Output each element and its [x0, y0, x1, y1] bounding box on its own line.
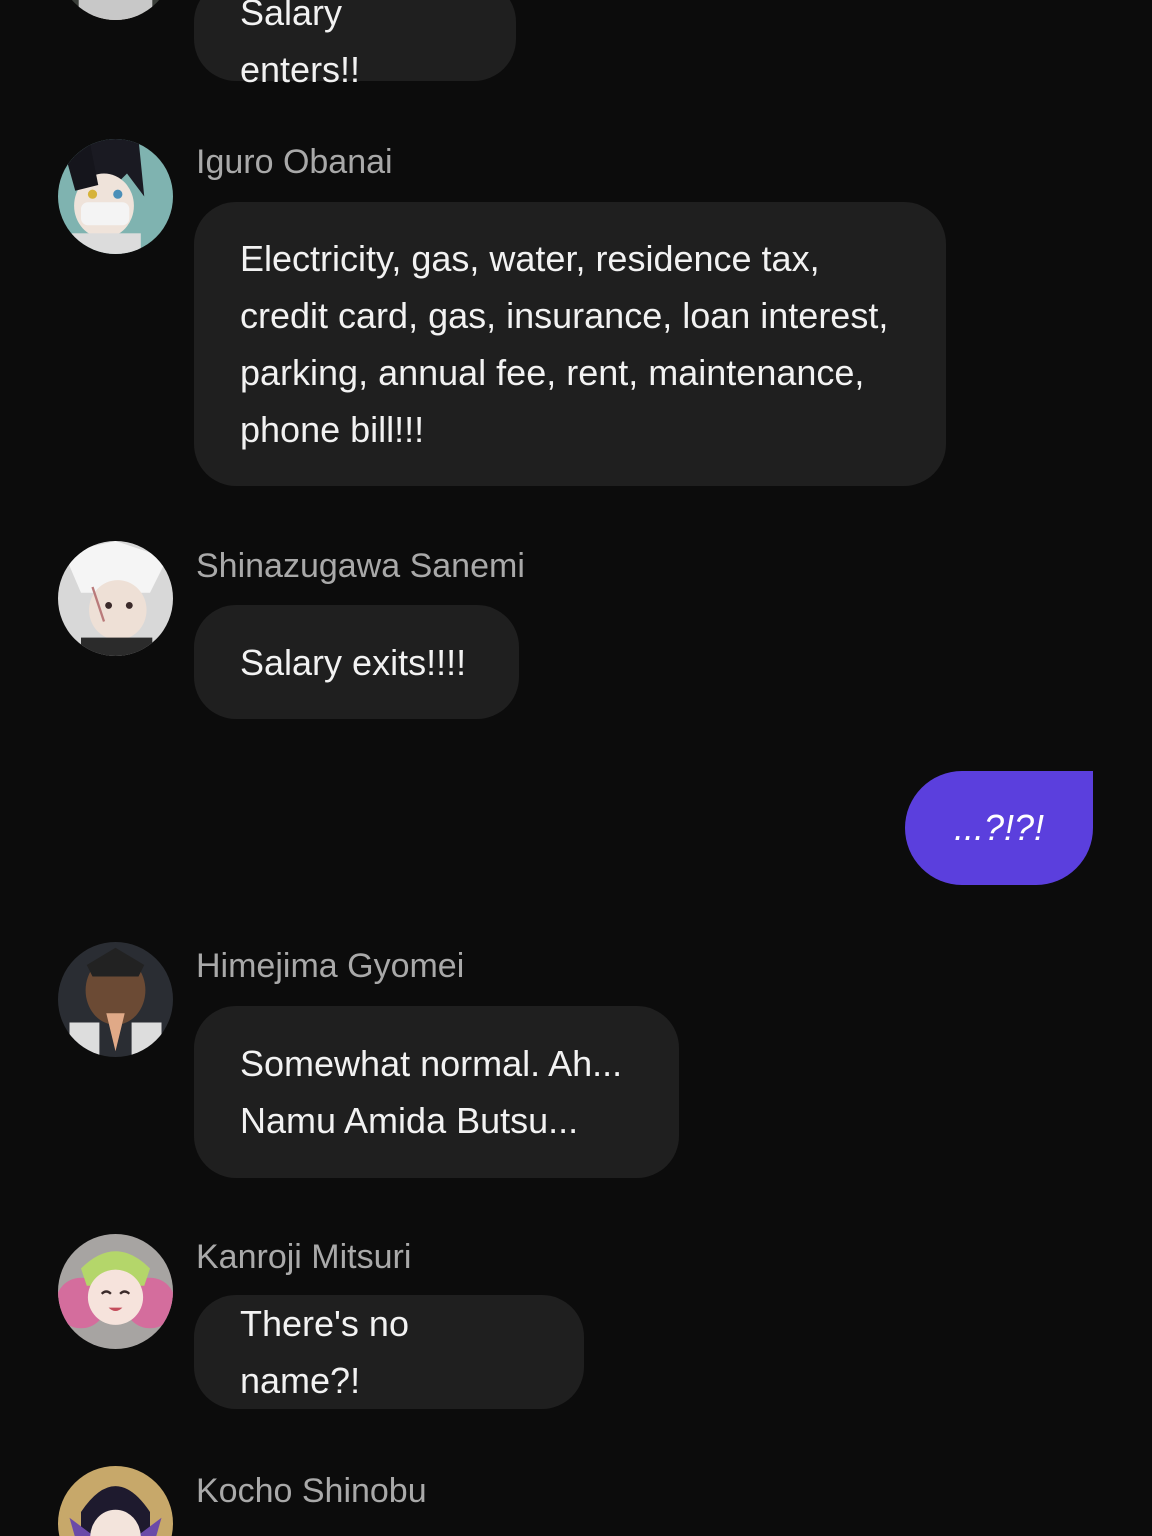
avatar-image	[58, 139, 173, 254]
message-line: credit card, gas, insurance, loan intere…	[240, 295, 889, 336]
message-text: ...?!?!	[953, 807, 1045, 848]
outgoing-message-bubble[interactable]: ...?!?!	[905, 771, 1093, 885]
message-line: Electricity, gas, water, residence tax,	[240, 238, 820, 279]
avatar[interactable]	[58, 0, 173, 20]
sender-name: Kocho Shinobu	[196, 1472, 427, 1510]
message-line: parking, annual fee, rent, maintenance,	[240, 352, 865, 393]
message-text: Somewhat normal. Ah... Namu Amida Butsu.…	[240, 1035, 622, 1149]
avatar-image	[58, 1234, 173, 1349]
message-bubble[interactable]: Salary enters!!	[194, 0, 516, 90]
avatar[interactable]	[58, 1466, 173, 1536]
message-bubble[interactable]: There's no name?!	[194, 1295, 584, 1409]
avatar-image	[58, 1466, 173, 1536]
message-text: Salary exits!!!!	[240, 641, 467, 683]
avatar-image	[58, 541, 173, 656]
sender-name: Shinazugawa Sanemi	[196, 547, 525, 585]
avatar[interactable]	[58, 942, 173, 1057]
avatar-image	[58, 942, 173, 1057]
avatar[interactable]	[58, 541, 173, 656]
avatar-image	[58, 0, 173, 20]
sender-name: Himejima Gyomei	[196, 947, 465, 985]
sender-name: Iguro Obanai	[196, 143, 393, 181]
message-bubble[interactable]: Electricity, gas, water, residence tax, …	[194, 202, 946, 486]
message-bubble[interactable]: Somewhat normal. Ah... Namu Amida Butsu.…	[194, 1006, 679, 1178]
message-line: Namu Amida Butsu...	[240, 1100, 579, 1141]
message-line: phone bill!!!	[240, 409, 425, 450]
message-text: Electricity, gas, water, residence tax, …	[240, 230, 888, 458]
message-text: There's no name?!	[240, 1303, 409, 1401]
message-text: Salary enters!!	[240, 0, 361, 90]
message-line: Somewhat normal. Ah...	[240, 1043, 623, 1084]
message-bubble[interactable]: Salary exits!!!!	[194, 605, 519, 719]
avatar[interactable]	[58, 1234, 173, 1349]
avatar[interactable]	[58, 139, 173, 254]
sender-name: Kanroji Mitsuri	[196, 1238, 412, 1276]
chat-view: Salary enters!! Iguro Obanai Electricity…	[0, 0, 1152, 1536]
